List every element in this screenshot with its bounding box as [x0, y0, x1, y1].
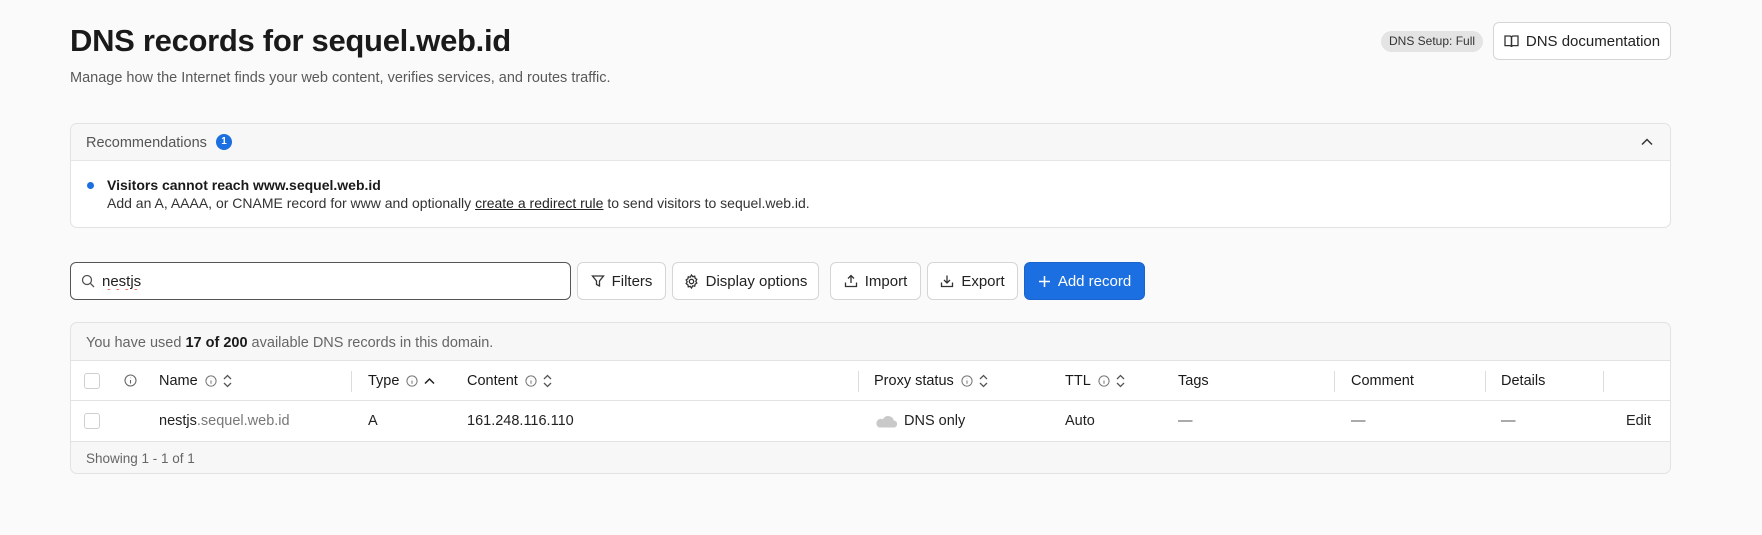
info-icon[interactable] [124, 374, 137, 387]
row-checkbox[interactable] [84, 413, 100, 429]
column-header-comment: Comment [1351, 361, 1414, 400]
create-redirect-rule-link[interactable]: create a redirect rule [475, 195, 603, 211]
filters-label: Filters [611, 272, 653, 290]
record-usage-post: available DNS records in this domain. [247, 335, 494, 351]
export-button[interactable]: Export [927, 262, 1018, 300]
column-proxy-status-label: Proxy status [874, 372, 954, 389]
dns-documentation-label: DNS documentation [1525, 32, 1661, 50]
page-subtitle: Manage how the Internet finds your web c… [70, 70, 611, 86]
column-type-label: Type [368, 372, 400, 389]
column-header-proxy-status[interactable]: Proxy status [874, 361, 988, 400]
record-proxy-status-label: DNS only [904, 413, 966, 429]
column-name-label: Name [159, 372, 198, 389]
record-usage-pre: You have used [86, 335, 186, 351]
column-tags-label: Tags [1178, 372, 1209, 389]
column-header-name[interactable]: Name [159, 361, 232, 400]
record-comment: — [1351, 413, 1366, 429]
info-icon[interactable] [961, 374, 973, 387]
book-icon [1504, 35, 1519, 48]
export-label: Export [961, 272, 1005, 290]
chevron-up-icon[interactable] [1640, 135, 1654, 149]
sort-icon[interactable] [543, 374, 552, 388]
record-ttl: Auto [1065, 413, 1095, 429]
record-name-prefix: nestjs [159, 413, 197, 429]
column-details-label: Details [1501, 372, 1546, 389]
sort-icon[interactable] [979, 374, 988, 388]
column-header-type[interactable]: Type [368, 361, 435, 400]
record-usage: You have used 17 of 200 available DNS re… [86, 335, 493, 351]
recommendations-panel: Recommendations 1 Visitors cannot reach … [70, 123, 1671, 228]
recommendation-bullet-icon [87, 182, 94, 189]
info-icon[interactable] [1098, 374, 1110, 387]
record-usage-count: 17 of 200 [185, 335, 248, 351]
recommendations-count-badge: 1 [216, 134, 232, 150]
edit-record-button[interactable]: Edit [1626, 401, 1651, 441]
add-record-button[interactable]: Add record [1024, 262, 1145, 300]
recommendation-body-text-end: to send visitors to sequel.web.id. [603, 195, 810, 211]
recommendations-header[interactable]: Recommendations 1 [71, 124, 1670, 161]
column-header-tags: Tags [1178, 361, 1209, 400]
page-title: DNS records for sequel.web.id [70, 23, 511, 58]
column-comment-label: Comment [1351, 372, 1414, 389]
info-icon[interactable] [525, 374, 537, 387]
download-icon [941, 275, 954, 288]
column-header-details: Details [1501, 361, 1545, 400]
dns-records-table: You have used 17 of 200 available DNS re… [70, 322, 1671, 474]
column-divider[interactable] [1334, 371, 1335, 392]
recommendation-body: Add an A, AAAA, or CNAME record for www … [107, 195, 810, 211]
upload-icon [844, 274, 857, 288]
recommendation-title: Visitors cannot reach www.sequel.web.id [107, 177, 381, 193]
info-icon[interactable] [205, 374, 217, 387]
search-field[interactable] [70, 262, 571, 300]
column-divider[interactable] [1603, 371, 1604, 392]
sort-icon[interactable] [223, 374, 232, 388]
dns-setup-badge: DNS Setup: Full [1381, 31, 1484, 52]
table-row[interactable]: nestjs .sequel.web.id A 161.248.116.110 D… [71, 401, 1670, 442]
sort-ascending-icon[interactable] [424, 377, 435, 385]
recommendation-body-text: Add an A, AAAA, or CNAME record for www … [107, 195, 476, 211]
filter-icon [590, 275, 605, 288]
cloud-icon [876, 415, 897, 428]
record-name: nestjs .sequel.web.id [159, 401, 290, 441]
record-content: 161.248.116.110 [467, 413, 574, 429]
record-type: A [368, 413, 378, 429]
display-options-label: Display options [705, 272, 808, 290]
column-header-content[interactable]: Content [467, 361, 552, 400]
sort-icon[interactable] [1116, 374, 1125, 388]
column-divider[interactable] [858, 371, 859, 392]
pagination-summary: Showing 1 - 1 of 1 [86, 451, 195, 466]
display-options-button[interactable]: Display options [672, 262, 819, 300]
column-content-label: Content [467, 372, 518, 389]
filters-button[interactable]: Filters [577, 262, 666, 300]
table-header: Name Type Content Proxy status TTL Tags … [71, 360, 1670, 401]
add-record-label: Add record [1057, 272, 1132, 290]
recommendations-title: Recommendations [86, 135, 207, 151]
import-label: Import [864, 272, 908, 290]
info-icon[interactable] [406, 374, 419, 387]
column-divider[interactable] [1485, 371, 1486, 392]
record-details: — [1501, 413, 1516, 429]
column-divider[interactable] [351, 371, 352, 392]
record-proxy-status: DNS only [874, 401, 965, 441]
record-name-suffix: .sequel.web.id [196, 413, 290, 429]
record-tags: — [1178, 413, 1193, 429]
search-input[interactable] [102, 271, 552, 291]
select-all-checkbox[interactable] [84, 372, 100, 389]
search-icon [81, 274, 95, 288]
gear-icon [684, 273, 698, 289]
import-button[interactable]: Import [830, 262, 921, 300]
column-header-ttl[interactable]: TTL [1065, 361, 1125, 400]
plus-icon [1038, 275, 1050, 287]
column-ttl-label: TTL [1065, 372, 1091, 389]
dns-documentation-button[interactable]: DNS documentation [1493, 22, 1671, 60]
